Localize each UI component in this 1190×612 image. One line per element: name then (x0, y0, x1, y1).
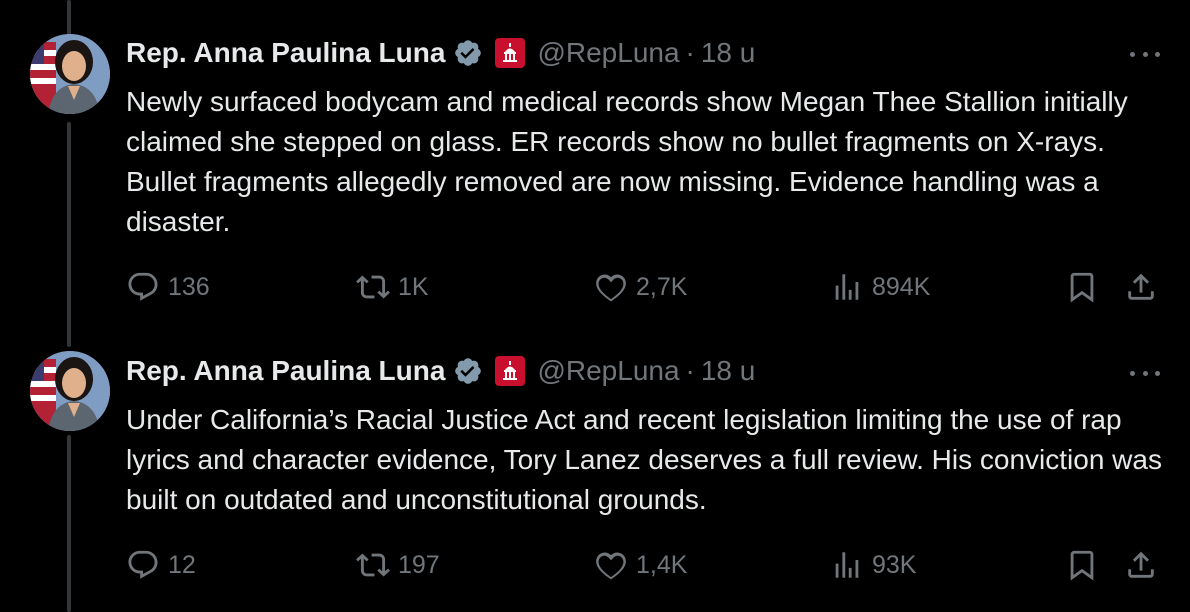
more-dots-icon[interactable] (1130, 44, 1160, 64)
heart-icon (596, 552, 626, 580)
reply-button[interactable]: 136 (126, 267, 210, 307)
capitol-flag-icon (495, 356, 526, 386)
heart-icon (596, 274, 626, 302)
action-bar: 12 197 1,4K 93K (0, 545, 1190, 585)
like-count: 2,7K (636, 272, 688, 301)
avatar[interactable] (30, 34, 110, 114)
bookmark-icon (1070, 272, 1094, 303)
like-button[interactable]: 1,4K (594, 545, 687, 585)
timestamp[interactable]: 18 u (701, 355, 756, 387)
author-handle[interactable]: @RepLuna (537, 37, 679, 69)
views-count: 93K (872, 550, 917, 579)
repost-icon (356, 553, 390, 577)
tweet-text: Under California’s Racial Justice Act an… (126, 404, 1162, 515)
author-name[interactable]: Rep. Anna Paulina Luna (126, 37, 445, 69)
like-count: 1,4K (636, 550, 688, 579)
views-icon (835, 552, 859, 578)
tweet[interactable]: Rep. Anna Paulina Luna @RepLuna · 18 u U… (0, 330, 1190, 612)
bookmark-button[interactable] (1065, 545, 1107, 585)
reply-button[interactable]: 12 (126, 545, 196, 585)
tweet-header: Rep. Anna Paulina Luna @RepLuna · 18 u (126, 33, 755, 73)
views-button[interactable]: 894K (830, 267, 930, 307)
views-icon (835, 274, 859, 300)
reply-icon (128, 550, 158, 579)
repost-count: 1K (398, 272, 429, 301)
bookmark-icon (1070, 550, 1094, 581)
views-count: 894K (872, 272, 931, 301)
action-bar: 136 1K 2,7K 894K (0, 267, 1190, 307)
views-button[interactable]: 93K (830, 545, 916, 585)
share-icon (1128, 273, 1154, 300)
share-button[interactable] (1124, 267, 1166, 307)
verified-badge-icon[interactable] (453, 356, 483, 386)
verified-badge-icon[interactable] (453, 38, 483, 68)
like-button[interactable]: 2,7K (594, 267, 687, 307)
repost-icon (356, 275, 390, 299)
tweet-header: Rep. Anna Paulina Luna @RepLuna · 18 u (126, 351, 755, 391)
bookmark-button[interactable] (1065, 267, 1107, 307)
repost-count: 197 (398, 550, 440, 579)
timestamp[interactable]: 18 u (701, 37, 756, 69)
tweet[interactable]: Rep. Anna Paulina Luna @RepLuna · 18 u N… (0, 0, 1190, 330)
more-dots-icon[interactable] (1130, 363, 1160, 383)
separator-dot: · (685, 37, 695, 68)
reply-count: 136 (168, 272, 210, 301)
reply-icon (128, 272, 158, 301)
author-name[interactable]: Rep. Anna Paulina Luna (126, 355, 445, 387)
avatar[interactable] (30, 351, 110, 431)
author-handle[interactable]: @RepLuna (537, 355, 679, 387)
tweet-text: Newly surfaced bodycam and medical recor… (126, 86, 1128, 237)
share-button[interactable] (1124, 545, 1166, 585)
repost-button[interactable]: 197 (356, 545, 440, 585)
capitol-flag-icon (495, 38, 526, 68)
reply-count: 12 (168, 550, 196, 579)
share-icon (1128, 551, 1154, 578)
separator-dot: · (685, 355, 695, 386)
repost-button[interactable]: 1K (356, 267, 429, 307)
